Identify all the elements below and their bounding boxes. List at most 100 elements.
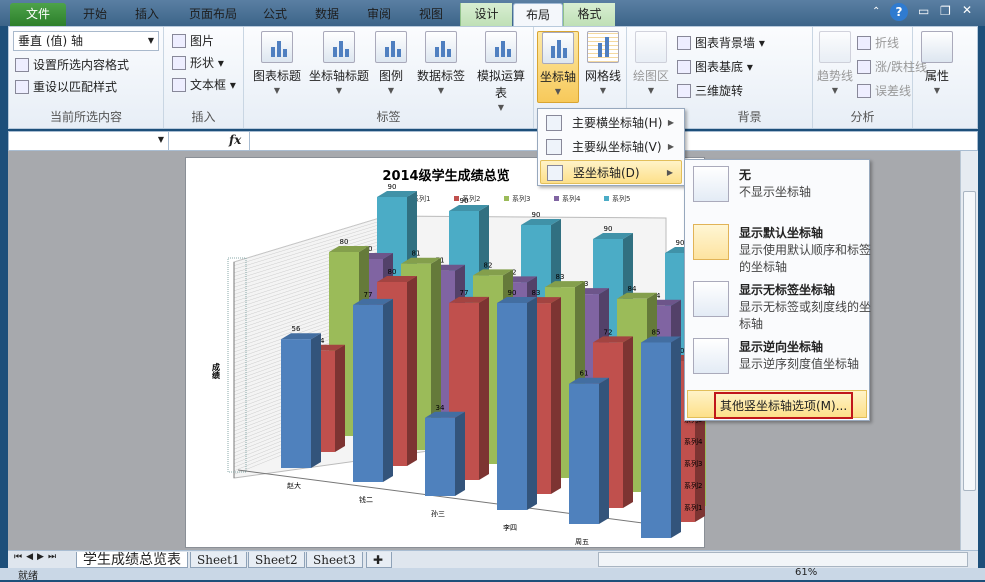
name-box[interactable]: ▼ (9, 132, 169, 150)
restore-icon[interactable]: ❐ (940, 4, 951, 18)
legend-entry: 系列5 (612, 194, 630, 203)
sheet-nav-arrows[interactable]: ⏮◀▶⏭ (14, 552, 60, 562)
bar[interactable] (353, 298, 393, 482)
tab-home[interactable]: 开始 (70, 3, 120, 26)
data-label: 90 (460, 197, 469, 205)
sheet-tab[interactable]: 学生成绩总览表 (76, 552, 188, 568)
chart[interactable]: 2014级学生成绩总览系列1系列2系列3系列4系列5成绩909090909090… (185, 157, 777, 560)
plot-area-button[interactable]: 绘图区 ▼ (631, 31, 671, 95)
desc: 显示使用默认顺序和标签的坐标轴 (739, 243, 872, 274)
option-reverse-axis[interactable]: 显示逆向坐标轴 显示逆序刻度值坐标轴 (689, 334, 865, 390)
labels-button-0[interactable]: 图表标题 ▼ (250, 31, 304, 95)
labels-button-4[interactable]: 模拟运算表 ▼ (472, 31, 530, 112)
horizontal-axis-icon (546, 115, 562, 131)
menu-item-depth-axis[interactable]: 竖坐标轴(D) ▶ (540, 160, 682, 184)
gridlines-button[interactable]: 网格线 ▼ (582, 31, 624, 95)
label: 主要横坐标轴(H) (572, 116, 663, 130)
menu-item-primary-horizontal-axis[interactable]: 主要横坐标轴(H) ▶ (540, 111, 682, 135)
tab-file[interactable]: 文件 (10, 3, 66, 26)
reset-style-button[interactable]: 重设以匹配样式 (15, 77, 117, 97)
series-axis-label: 系列1 (684, 503, 702, 512)
minimize-icon[interactable]: ▭ (918, 4, 929, 18)
horizontal-scrollbar[interactable] (598, 552, 968, 567)
axis-no-labels-icon (693, 281, 729, 317)
label: 形状 (190, 56, 215, 70)
trendline-button[interactable]: 趋势线 ▼ (815, 31, 855, 95)
legend-swatch (604, 196, 609, 201)
series-axis-label: 系列3 (684, 459, 702, 468)
vertical-scrollbar[interactable] (960, 151, 978, 550)
shape-button[interactable]: 形状 ▾ (172, 53, 224, 73)
title: 显示逆向坐标轴 (739, 340, 824, 354)
zoom-level[interactable]: 61% (795, 567, 817, 578)
vertical-axis-icon (546, 139, 562, 155)
tab-page-layout[interactable]: 页面布局 (178, 3, 248, 26)
format-icon (15, 58, 29, 72)
scroll-thumb[interactable] (963, 191, 976, 491)
minimize-ribbon-icon[interactable]: ⌃ (872, 6, 880, 17)
tab-formulas[interactable]: 公式 (252, 3, 298, 26)
legend-entry: 系列4 (562, 194, 581, 203)
menu-item-primary-vertical-axis[interactable]: 主要纵坐标轴(V) ▶ (540, 135, 682, 159)
format-selection-button[interactable]: 设置所选内容格式 (15, 55, 129, 75)
status-bar: 就绪 61% (0, 567, 985, 582)
option-none[interactable]: 无不显示坐标轴 (689, 162, 865, 218)
3d-rotation-button[interactable]: 三维旋转 (677, 81, 743, 101)
textbox-icon (172, 78, 186, 92)
properties-button[interactable]: 属性 ▼ (917, 31, 957, 95)
error-bars-button[interactable]: 误差线 (857, 81, 911, 101)
error-bars-icon (857, 84, 871, 98)
sheet-tab[interactable]: Sheet1 (190, 552, 247, 568)
label: 三维旋转 (695, 84, 744, 98)
chart-label-icon (485, 31, 517, 63)
default-axis-icon (693, 224, 729, 260)
group-label: 分析 (850, 110, 875, 124)
chart-floor-icon (677, 60, 691, 74)
group-labels: 标签 图表标题 ▼ 坐标轴标题 ▼ 图例 ▼ 数据标签 ▼ 模拟运算表 ▼ (244, 27, 534, 128)
bar[interactable] (641, 336, 681, 539)
close-icon[interactable]: ✕ (962, 3, 972, 17)
axes-button[interactable]: 坐标轴 ▼ (537, 31, 579, 103)
plot-area-icon (635, 31, 667, 63)
chart-wall-icon (677, 36, 691, 50)
chart-label-icon (425, 31, 457, 63)
option-default-axis[interactable]: 显示默认坐标轴 显示使用默认顺序和标签的坐标轴 (689, 220, 871, 276)
label: 属性 (924, 69, 949, 83)
label: 折线 (875, 36, 900, 50)
sheet-tab[interactable]: Sheet3 (306, 552, 363, 568)
help-icon[interactable]: ? (890, 3, 908, 21)
chart-wall-button[interactable]: 图表背景墙 ▾ (677, 33, 765, 53)
label: 误差线 (875, 84, 912, 98)
label: 网格线 (584, 69, 621, 83)
tab-design[interactable]: 设计 (460, 3, 512, 26)
bar[interactable] (497, 297, 537, 510)
tab-layout[interactable]: 布局 (513, 3, 563, 26)
group-label: 当前所选内容 (49, 110, 122, 124)
properties-icon (921, 31, 953, 63)
chart-floor-button[interactable]: 图表基底 ▾ (677, 57, 753, 77)
labels-button-3[interactable]: 数据标签 ▼ (414, 31, 468, 95)
insert-sheet-icon[interactable]: ✚ (366, 552, 392, 568)
tab-view[interactable]: 视图 (406, 3, 456, 26)
textbox-button[interactable]: 文本框 ▾ (172, 75, 236, 95)
bar[interactable] (281, 333, 321, 468)
tab-insert[interactable]: 插入 (122, 3, 172, 26)
bar[interactable] (425, 411, 465, 496)
lines-button[interactable]: 折线 (857, 33, 899, 53)
label: 重设以匹配样式 (33, 80, 118, 94)
tab-review[interactable]: 审阅 (356, 3, 402, 26)
label: 坐标轴 (539, 70, 576, 84)
sheet-tab[interactable]: Sheet2 (248, 552, 305, 568)
bar[interactable] (569, 377, 609, 524)
option-axis-no-labels[interactable]: 显示无标签坐标轴 显示无标签或刻度线的坐标轴 (689, 277, 871, 333)
labels-button-2[interactable]: 图例 ▼ (372, 31, 410, 95)
label: 绘图区 (632, 69, 669, 83)
tab-data[interactable]: 数据 (302, 3, 352, 26)
chart-title: 2014级学生成绩总览 (382, 168, 509, 184)
more-axis-options-item[interactable]: 其他竖坐标轴选项(M)... (687, 390, 867, 419)
labels-button-1[interactable]: 坐标轴标题 ▼ (308, 31, 370, 95)
function-icon[interactable]: fx (229, 133, 241, 147)
picture-button[interactable]: 图片 (172, 31, 214, 51)
tab-format[interactable]: 格式 (563, 3, 615, 26)
chart-element-selector[interactable]: 垂直 (值) 轴 ▼ (13, 31, 159, 51)
